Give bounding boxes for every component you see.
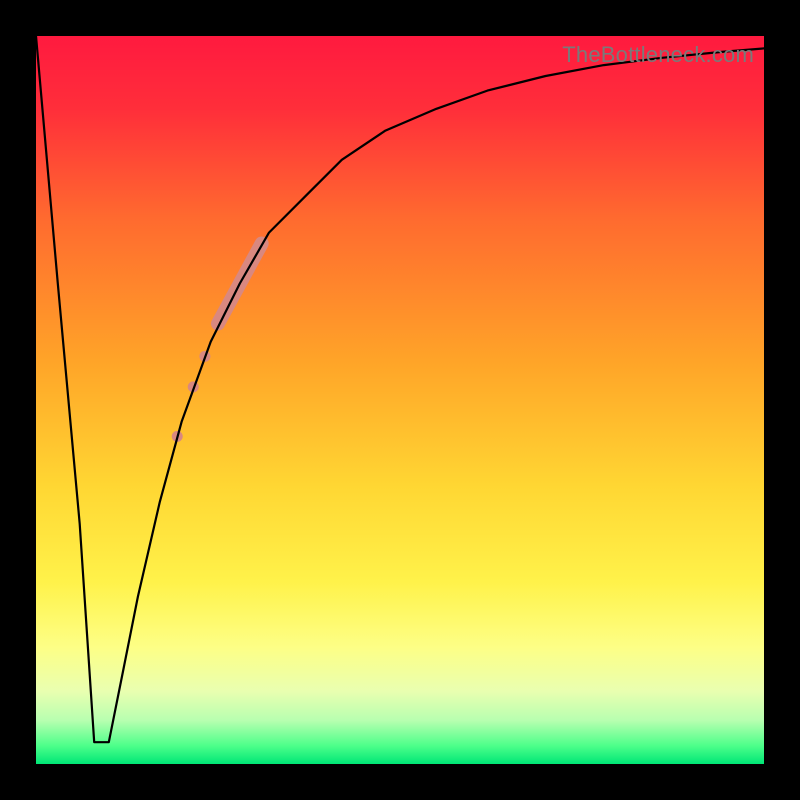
plot-area: TheBottleneck.com — [36, 36, 764, 764]
chart-frame: TheBottleneck.com — [0, 0, 800, 800]
watermark-text: TheBottleneck.com — [562, 42, 754, 68]
bottleneck-curve — [36, 36, 764, 742]
curve-layer — [36, 36, 764, 764]
